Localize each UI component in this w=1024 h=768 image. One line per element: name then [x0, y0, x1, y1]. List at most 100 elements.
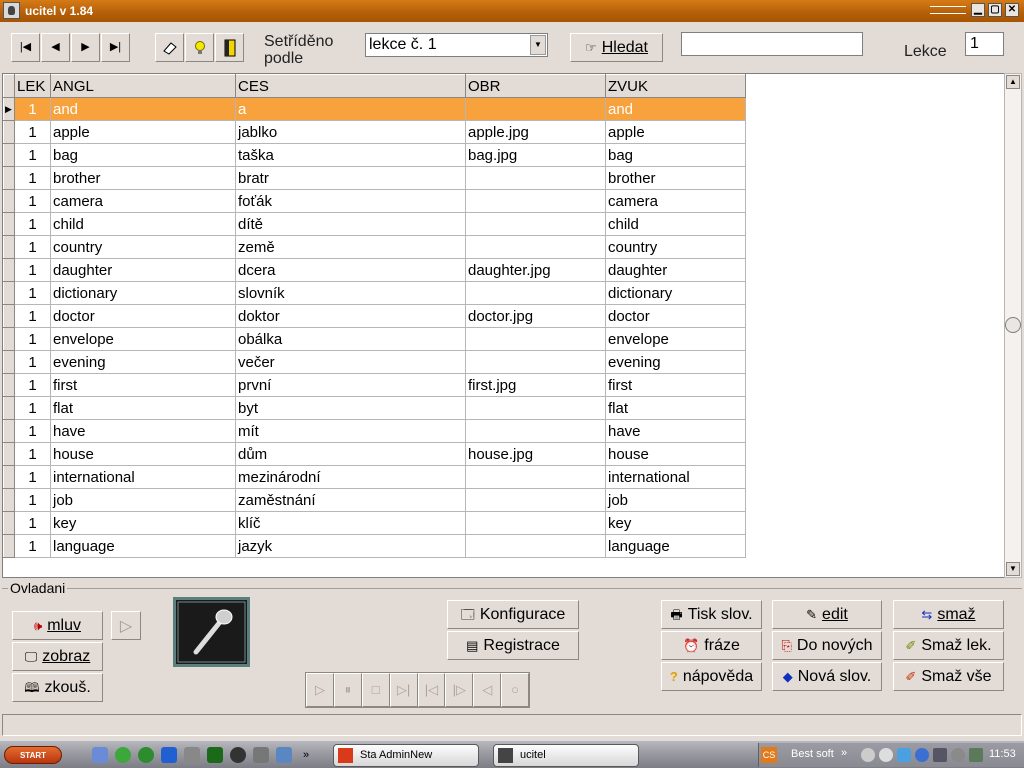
cell-ces[interactable]: mít	[235, 419, 466, 443]
cell-ces[interactable]: a	[235, 97, 466, 121]
cell-zvuk[interactable]: have	[605, 419, 746, 443]
cell-lek[interactable]: 1	[14, 488, 51, 512]
cell-obr[interactable]	[465, 212, 606, 236]
cell-zvuk[interactable]: envelope	[605, 327, 746, 351]
cell-zvuk[interactable]: language	[605, 534, 746, 558]
media-reverse-button[interactable]: ◁	[473, 673, 502, 707]
cell-lek[interactable]: 1	[14, 212, 51, 236]
exit-button[interactable]	[215, 33, 244, 62]
media-player-icon[interactable]	[138, 747, 154, 763]
cell-ces[interactable]: dcera	[235, 258, 466, 282]
media-step-button[interactable]: |▷	[445, 673, 474, 707]
table-row[interactable]: 1 house dům house.jpg house	[3, 442, 746, 466]
cell-obr[interactable]: house.jpg	[465, 442, 606, 466]
display-icon[interactable]	[933, 748, 947, 762]
delete-all-button[interactable]: ✐ Smaž vše	[893, 662, 1004, 691]
delete-lesson-button[interactable]: ✐ Smaž lek.	[893, 631, 1004, 660]
cell-angl[interactable]: camera	[50, 189, 236, 213]
row-indicator[interactable]	[3, 120, 15, 144]
to-new-button[interactable]: ⎘ Do nových	[772, 631, 882, 660]
cell-ces[interactable]: klíč	[235, 511, 466, 535]
cell-lek[interactable]: 1	[14, 511, 51, 535]
cell-obr[interactable]	[465, 281, 606, 305]
refresh-icon[interactable]	[115, 747, 131, 763]
hint-button[interactable]	[185, 33, 214, 62]
table-row[interactable]: 1 brother bratr brother	[3, 166, 746, 190]
language-indicator[interactable]: CS	[761, 747, 777, 763]
cell-lek[interactable]: 1	[14, 419, 51, 443]
cell-ces[interactable]: večer	[235, 350, 466, 374]
table-row[interactable]: ▶ 1 and a and	[3, 97, 746, 121]
scroll-thumb[interactable]	[1005, 317, 1021, 333]
cell-obr[interactable]	[465, 350, 606, 374]
cell-angl[interactable]: brother	[50, 166, 236, 190]
minimize-button[interactable]: ▁	[971, 3, 985, 17]
scroll-down-icon[interactable]: ▼	[1006, 562, 1020, 576]
cell-obr[interactable]	[465, 235, 606, 259]
cell-lek[interactable]: 1	[14, 258, 51, 282]
close-button[interactable]: ✕	[1005, 3, 1019, 17]
row-indicator[interactable]	[3, 350, 15, 374]
cell-zvuk[interactable]: house	[605, 442, 746, 466]
speak-button[interactable]: 🕪 mluv	[12, 611, 103, 640]
cell-obr[interactable]	[465, 327, 606, 351]
help-button[interactable]: ? nápověda	[661, 662, 762, 691]
row-indicator[interactable]	[3, 304, 15, 328]
cell-zvuk[interactable]: country	[605, 235, 746, 259]
cell-ces[interactable]: první	[235, 373, 466, 397]
start-button[interactable]: START	[4, 746, 62, 764]
cell-angl[interactable]: country	[50, 235, 236, 259]
chevron-down-icon[interactable]: ▼	[530, 35, 546, 55]
cell-angl[interactable]: evening	[50, 350, 236, 374]
cell-angl[interactable]: international	[50, 465, 236, 489]
browser-icon[interactable]	[161, 747, 177, 763]
cell-obr[interactable]	[465, 396, 606, 420]
row-indicator[interactable]	[3, 327, 15, 351]
next-record-button[interactable]: ▶	[71, 33, 100, 62]
cell-lek[interactable]: 1	[14, 465, 51, 489]
cell-angl[interactable]: doctor	[50, 304, 236, 328]
registration-button[interactable]: ▤ Registrace	[447, 631, 579, 660]
monitor-app-icon[interactable]	[207, 747, 223, 763]
row-indicator[interactable]	[3, 396, 15, 420]
row-indicator[interactable]	[3, 212, 15, 236]
delete-button[interactable]: ⇆ smaž	[893, 600, 1004, 629]
cell-obr[interactable]	[465, 488, 606, 512]
table-row[interactable]: 1 camera foťák camera	[3, 189, 746, 213]
cell-zvuk[interactable]: camera	[605, 189, 746, 213]
cell-lek[interactable]: 1	[14, 396, 51, 420]
cell-ces[interactable]: obálka	[235, 327, 466, 351]
test-button[interactable]: 🕮 zkouš.	[12, 673, 103, 702]
cell-obr[interactable]	[465, 465, 606, 489]
table-row[interactable]: 1 child dítě child	[3, 212, 746, 236]
desktop-icon[interactable]	[92, 747, 108, 763]
media-record-button[interactable]: ○	[501, 673, 529, 707]
table-row[interactable]: 1 doctor doktor doctor.jpg doctor	[3, 304, 746, 328]
column-header-lek[interactable]: LEK	[14, 74, 51, 98]
cell-zvuk[interactable]: bag	[605, 143, 746, 167]
cell-ces[interactable]: dům	[235, 442, 466, 466]
cell-ces[interactable]: foťák	[235, 189, 466, 213]
eraser-button[interactable]	[155, 33, 184, 62]
cell-zvuk[interactable]: first	[605, 373, 746, 397]
cell-zvuk[interactable]: dictionary	[605, 281, 746, 305]
cell-obr[interactable]: daughter.jpg	[465, 258, 606, 282]
row-indicator[interactable]	[3, 465, 15, 489]
cell-angl[interactable]: house	[50, 442, 236, 466]
cell-lek[interactable]: 1	[14, 120, 51, 144]
cell-ces[interactable]: byt	[235, 396, 466, 420]
row-indicator[interactable]	[3, 189, 15, 213]
cell-zvuk[interactable]: and	[605, 97, 746, 121]
cell-lek[interactable]: 1	[14, 442, 51, 466]
cell-obr[interactable]	[465, 97, 606, 121]
vocabulary-grid[interactable]: LEK ANGL CES OBR ZVUK ▶ 1 and a and 1 apple jab…	[2, 73, 1006, 578]
cell-obr[interactable]: doctor.jpg	[465, 304, 606, 328]
maximize-button[interactable]: ▢	[988, 3, 1002, 17]
taskbar-item-admin[interactable]: Sta AdminNew	[333, 744, 479, 767]
new-words-button[interactable]: ◆ Nová slov.	[772, 662, 882, 691]
cell-ces[interactable]: země	[235, 235, 466, 259]
row-indicator[interactable]	[3, 258, 15, 282]
sort-select[interactable]: lekce č. 1 ▼	[365, 33, 548, 57]
media-back-button[interactable]: |◁	[417, 673, 446, 707]
table-row[interactable]: 1 country země country	[3, 235, 746, 259]
